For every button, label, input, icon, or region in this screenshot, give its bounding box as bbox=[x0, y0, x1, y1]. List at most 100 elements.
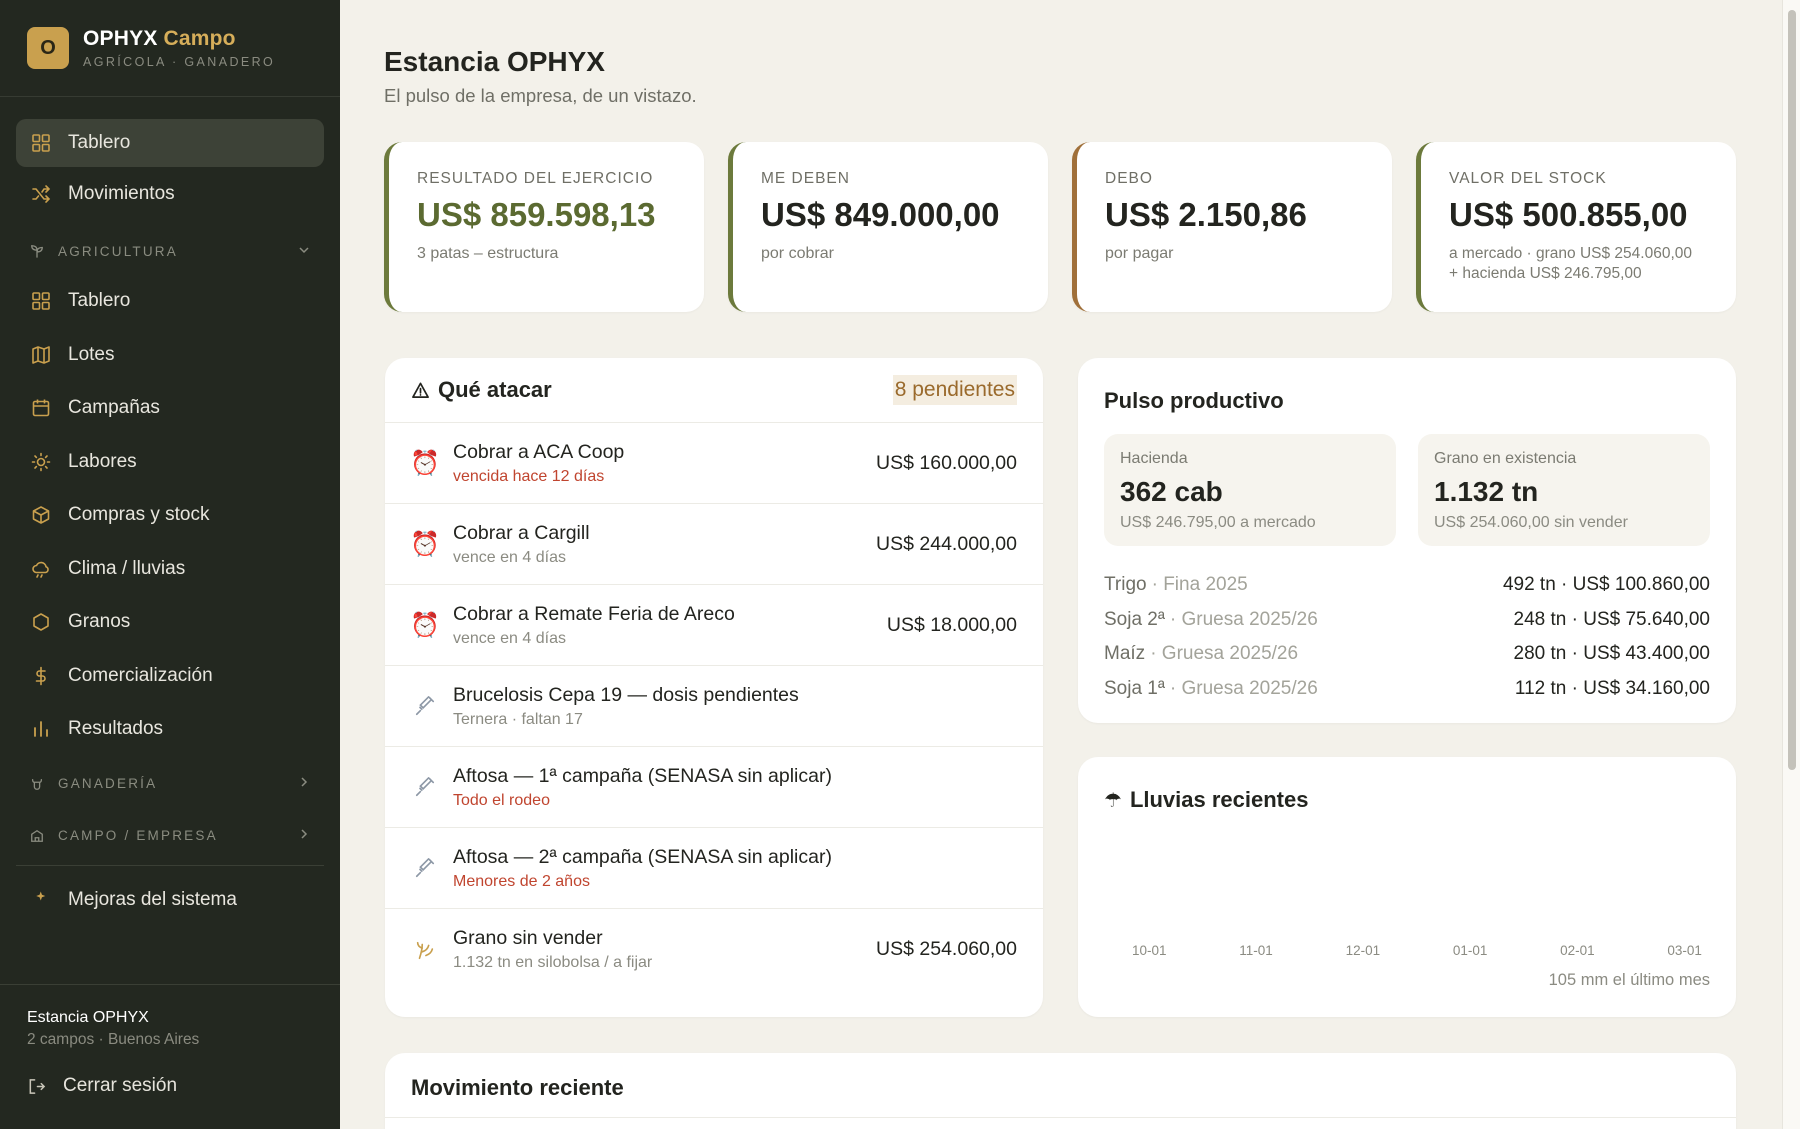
scrollbar[interactable] bbox=[1782, 0, 1800, 1129]
tile-value: 1.132 tn bbox=[1434, 476, 1539, 507]
nav-item-tablero[interactable]: Tablero bbox=[16, 119, 324, 167]
task-subtitle: vence en 4 días bbox=[453, 629, 566, 647]
kpi-resultado[interactable]: RESULTADO DEL EJERCICIO US$ 859.598,13 3… bbox=[384, 142, 704, 312]
kpi-label: VALOR DEL STOCK bbox=[1449, 170, 1607, 187]
task-row[interactable]: Aftosa — 2ª campaña (SENASA sin aplicar)… bbox=[385, 828, 1043, 909]
nav-item-movimientos[interactable]: Movimientos bbox=[16, 170, 324, 218]
rain-summary: 105 mm el último mes bbox=[1548, 971, 1710, 989]
nav-item-resultados[interactable]: Resultados bbox=[16, 704, 324, 755]
task-row[interactable]: Brucelosis Cepa 19 — dosis pendientes Ter… bbox=[385, 666, 1043, 747]
sidebar-footer: Estancia OPHYX 2 campos · Buenos Aires C… bbox=[0, 984, 340, 1129]
hexagon-icon bbox=[30, 611, 52, 633]
production-row: Maíz · Gruesa 2025/26 280 tn · US$ 43.400,… bbox=[1104, 637, 1710, 672]
scrollbar-thumb[interactable] bbox=[1788, 10, 1796, 770]
bar-chart-icon bbox=[30, 718, 52, 740]
kpi-value: US$ 859.598,13 bbox=[417, 196, 656, 233]
logout-button[interactable]: Cerrar sesión bbox=[27, 1075, 340, 1097]
task-row[interactable]: Aftosa — 1ª campaña (SENASA sin aplicar)… bbox=[385, 747, 1043, 828]
page-subtitle: El pulso de la empresa, de un vistazo. bbox=[384, 85, 697, 106]
brand-logo: O bbox=[27, 27, 69, 69]
task-title: Aftosa — 1ª campaña (SENASA sin aplicar) bbox=[453, 764, 832, 787]
grid-icon bbox=[30, 290, 52, 312]
kpi-note-line: a mercado · grano US$ 254.060,00 bbox=[1449, 245, 1692, 262]
tile-label: Hacienda bbox=[1120, 450, 1188, 467]
task-amount: US$ 254.060,00 bbox=[876, 938, 1017, 960]
task-row[interactable]: ⏰ Cobrar a Cargill vence en 4 días US$ 24… bbox=[385, 504, 1043, 585]
alarm-clock-icon: ⏰ bbox=[410, 611, 440, 639]
task-subtitle: Todo el rodeo bbox=[453, 791, 550, 809]
lluvias-header: ☂ Lluvias recientes bbox=[1104, 787, 1710, 813]
syringe-icon bbox=[411, 857, 439, 879]
nav-item-label: Comercialización bbox=[68, 664, 213, 686]
nav-item-agri-tablero[interactable]: Tablero bbox=[16, 276, 324, 327]
main-content: Estancia OPHYX El pulso de la empresa, d… bbox=[340, 0, 1782, 1129]
pending-badge[interactable]: 8 pendientes bbox=[892, 375, 1017, 405]
que-atacar-card: Qué atacar 8 pendientes ⏰ Cobrar a ACA C… bbox=[385, 358, 1043, 1017]
crop-campaign: · Gruesa 2025/26 bbox=[1169, 608, 1318, 630]
nav-item-label: Granos bbox=[68, 611, 131, 633]
que-atacar-title: Qué atacar bbox=[438, 377, 552, 402]
kpi-note: 3 patas – estructura bbox=[417, 245, 559, 262]
tile-value: 362 cab bbox=[1120, 476, 1223, 507]
section-campo-empresa[interactable]: CAMPO / EMPRESA bbox=[16, 811, 324, 861]
kpi-valor-stock[interactable]: VALOR DEL STOCK US$ 500.855,00 a mercado… bbox=[1416, 142, 1736, 312]
grano-tile[interactable]: Grano en existencia 1.132 tn US$ 254.060… bbox=[1418, 434, 1710, 546]
task-row[interactable]: Grano sin vender 1.132 tn en silobolsa / … bbox=[385, 909, 1043, 990]
task-row[interactable]: ⏰ Cobrar a Remate Feria de Areco vence en… bbox=[385, 585, 1043, 666]
kpi-debo[interactable]: DEBO US$ 2.150,86 por pagar bbox=[1072, 142, 1392, 312]
production-list: Trigo · Fina 2025 492 tn · US$ 100.860,00 … bbox=[1104, 568, 1710, 706]
nav-item-label: Tablero bbox=[68, 132, 131, 153]
kpi-value: US$ 849.000,00 bbox=[761, 196, 1000, 233]
warning-icon bbox=[411, 381, 430, 400]
nav-item-label: Mejoras del sistema bbox=[68, 888, 237, 910]
crop-value: 280 tn · US$ 43.400,00 bbox=[1513, 643, 1710, 665]
production-row: Soja 1ª · Gruesa 2025/26 112 tn · US$ 34.1… bbox=[1104, 672, 1710, 707]
brand-name: OPHYX Campo bbox=[83, 27, 275, 51]
que-atacar-header: Qué atacar 8 pendientes bbox=[385, 358, 1043, 423]
axis-tick: 02-01 bbox=[1560, 943, 1595, 958]
kpi-me-deben[interactable]: ME DEBEN US$ 849.000,00 por cobrar bbox=[728, 142, 1048, 312]
nav-item-lotes[interactable]: Lotes bbox=[16, 330, 324, 381]
nav-item-labores[interactable]: Labores bbox=[16, 437, 324, 488]
nav-item-label: Lotes bbox=[68, 343, 115, 365]
nav-item-label: Movimientos bbox=[68, 183, 175, 204]
movimiento-reciente-card: Movimiento reciente bbox=[385, 1053, 1736, 1129]
nav-item-clima[interactable]: Clima / lluvias bbox=[16, 544, 324, 595]
logout-label: Cerrar sesión bbox=[63, 1075, 178, 1096]
task-subtitle: vence en 4 días bbox=[453, 548, 566, 566]
card-divider bbox=[385, 1117, 1736, 1118]
chevron-right-icon bbox=[298, 776, 310, 791]
grid-icon bbox=[30, 132, 52, 154]
shuffle-icon bbox=[30, 183, 52, 205]
kpi-note-line: + hacienda US$ 246.795,00 bbox=[1449, 265, 1642, 283]
nav-item-granos[interactable]: Granos bbox=[16, 597, 324, 648]
nav-item-mejoras[interactable]: Mejoras del sistema bbox=[16, 876, 324, 924]
nav-item-campanas[interactable]: Campañas bbox=[16, 383, 324, 434]
lluvias-title: Lluvias recientes bbox=[1129, 787, 1309, 812]
nav-item-compras-stock[interactable]: Compras y stock bbox=[16, 490, 324, 541]
cow-icon bbox=[30, 777, 46, 791]
org-subtitle: 2 campos · Buenos Aires bbox=[27, 1031, 200, 1048]
axis-tick: 12-01 bbox=[1345, 943, 1381, 958]
task-amount: US$ 160.000,00 bbox=[876, 451, 1017, 474]
box-icon bbox=[30, 504, 52, 526]
nav-item-label: Compras y stock bbox=[68, 504, 210, 526]
sparkle-icon bbox=[30, 889, 52, 911]
page-title: Estancia OPHYX bbox=[384, 46, 605, 77]
nav-item-label: Clima / lluvias bbox=[68, 557, 186, 579]
section-campo-label: CAMPO / EMPRESA bbox=[58, 828, 218, 843]
nav-item-comercializacion[interactable]: Comercialización bbox=[16, 651, 324, 702]
calendar-icon bbox=[30, 397, 52, 419]
hacienda-tile[interactable]: Hacienda 362 cab US$ 246.795,00 a mercad… bbox=[1104, 434, 1396, 546]
brand[interactable]: O OPHYX Campo AGRÍCOLA · GANADERO bbox=[0, 0, 340, 97]
nav-item-label: Tablero bbox=[68, 290, 131, 312]
section-agricultura[interactable]: AGRICULTURA bbox=[16, 226, 324, 276]
task-subtitle: Menores de 2 años bbox=[453, 872, 590, 890]
section-ganaderia[interactable]: GANADERÍA bbox=[16, 759, 324, 809]
kpi-label: RESULTADO DEL EJERCICIO bbox=[417, 170, 654, 187]
tile-label: Grano en existencia bbox=[1434, 450, 1577, 467]
task-title: Brucelosis Cepa 19 — dosis pendientes bbox=[453, 683, 799, 706]
task-row[interactable]: ⏰ Cobrar a ACA Coop vencida hace 12 días … bbox=[385, 423, 1043, 504]
sun-icon bbox=[30, 451, 52, 473]
kpi-value: US$ 2.150,86 bbox=[1105, 196, 1307, 233]
